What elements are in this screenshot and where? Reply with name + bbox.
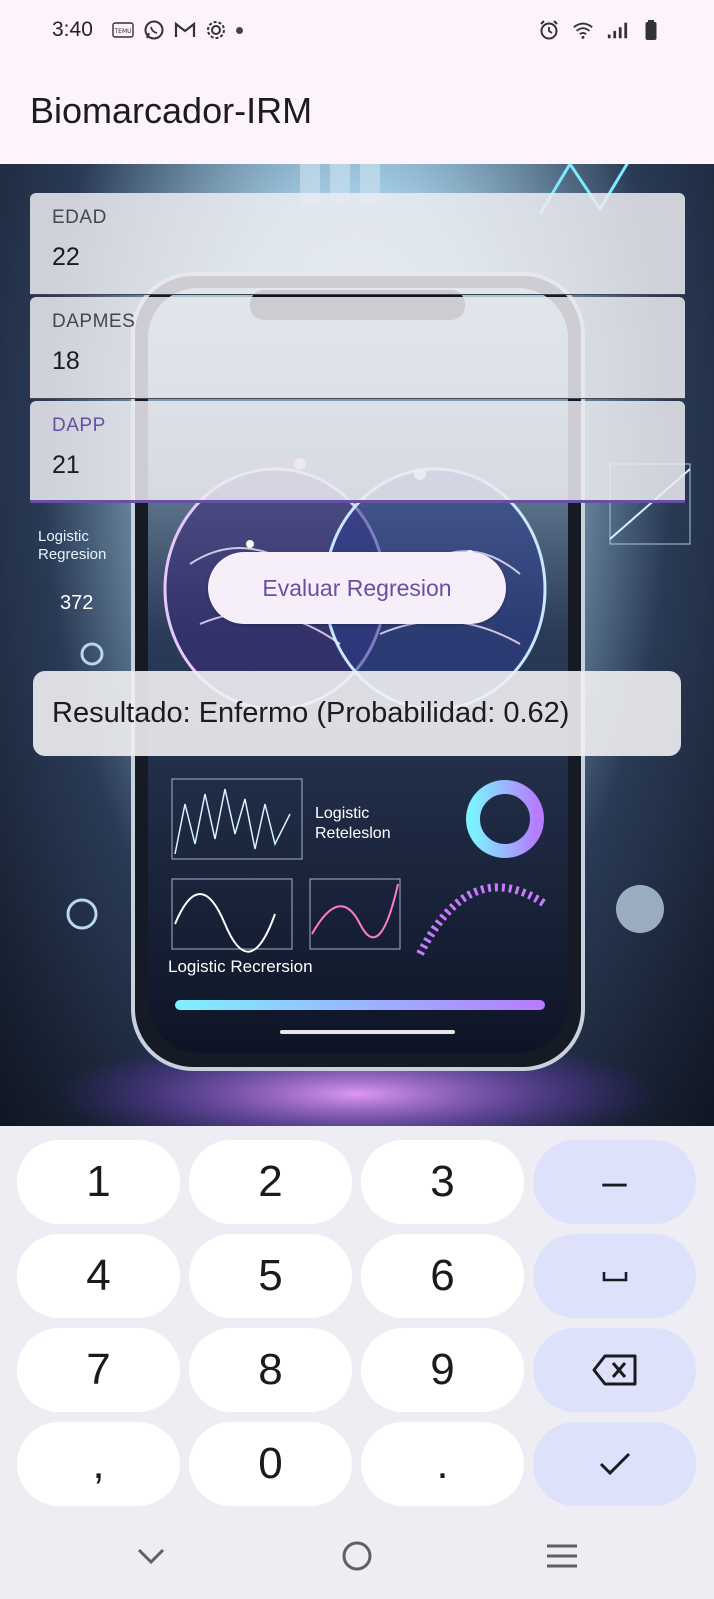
key-done[interactable]: [533, 1422, 696, 1506]
art-text-number: 372: [60, 592, 94, 614]
svg-text:TEMU: TEMU: [113, 28, 131, 35]
key-period[interactable]: .: [361, 1422, 524, 1506]
key-6[interactable]: 6: [361, 1234, 524, 1318]
art-text-bottom: Logistic Recrersion: [168, 957, 313, 976]
check-icon: [599, 1452, 630, 1476]
key-0[interactable]: 0: [189, 1422, 352, 1506]
hide-keyboard-button[interactable]: [129, 1534, 173, 1578]
dapmes-field[interactable]: DAPMES 18: [30, 297, 685, 399]
key-4[interactable]: 4: [17, 1234, 180, 1318]
key-minus[interactable]: –: [533, 1140, 696, 1224]
navigation-bar: [0, 1514, 714, 1599]
art-text-right: Logistic Reteleslon: [315, 805, 391, 842]
result-card: Resultado: Enfermo (Probabilidad: 0.62): [33, 671, 681, 756]
signal-icon: [606, 19, 628, 41]
key-8[interactable]: 8: [189, 1328, 352, 1412]
art-text-left: Logistic Regresion: [38, 528, 107, 563]
dapp-field-label: DAPP: [52, 415, 106, 436]
key-comma[interactable]: ,: [17, 1422, 180, 1506]
battery-icon: [640, 19, 662, 41]
backspace-icon: [592, 1354, 636, 1386]
key-2[interactable]: 2: [189, 1140, 352, 1224]
key-3[interactable]: 3: [361, 1140, 524, 1224]
status-time: 3:40: [52, 18, 93, 41]
wifi-icon: [572, 19, 594, 41]
key-9[interactable]: 9: [361, 1328, 524, 1412]
gmail-icon: [174, 19, 196, 41]
key-1[interactable]: 1: [17, 1140, 180, 1224]
recents-button[interactable]: [540, 1534, 584, 1578]
whatsapp-icon: [143, 19, 165, 41]
notification-dot: [236, 26, 243, 34]
dapmes-field-label: DAPMES: [52, 311, 136, 332]
status-right-icons: [538, 19, 662, 41]
key-backspace[interactable]: [533, 1328, 696, 1412]
edad-field[interactable]: EDAD 22: [30, 193, 685, 295]
key-7[interactable]: 7: [17, 1328, 180, 1412]
page-title: Biomarcador-IRM: [30, 90, 313, 131]
app-bar: Biomarcador-IRM: [0, 62, 714, 164]
status-bar: 3:40 TEMU: [0, 0, 714, 62]
space-icon: [602, 1272, 627, 1282]
menu-icon: [547, 1544, 577, 1568]
edad-field-value[interactable]: 22: [52, 243, 80, 272]
key-5[interactable]: 5: [189, 1234, 352, 1318]
home-circle-icon: [342, 1541, 372, 1571]
dapp-field[interactable]: DAPP 21: [30, 401, 685, 503]
temu-icon: TEMU: [112, 19, 134, 41]
edad-field-label: EDAD: [52, 207, 107, 228]
result-text: Resultado: Enfermo (Probabilidad: 0.62): [52, 697, 570, 729]
dapmes-field-value[interactable]: 18: [52, 347, 80, 376]
dapp-field-value[interactable]: 21: [52, 451, 80, 480]
status-left-icons: TEMU: [112, 19, 243, 41]
chevron-down-icon: [137, 1548, 165, 1565]
key-space[interactable]: [533, 1234, 696, 1318]
numeric-keyboard: 1 2 3 – 4 5 6 7 8 9 , 0 .: [0, 1126, 714, 1514]
evaluate-regression-button[interactable]: Evaluar Regresion: [208, 552, 506, 624]
alarm-icon: [538, 19, 560, 41]
home-button[interactable]: [335, 1534, 379, 1578]
settings-icon: [205, 19, 227, 41]
